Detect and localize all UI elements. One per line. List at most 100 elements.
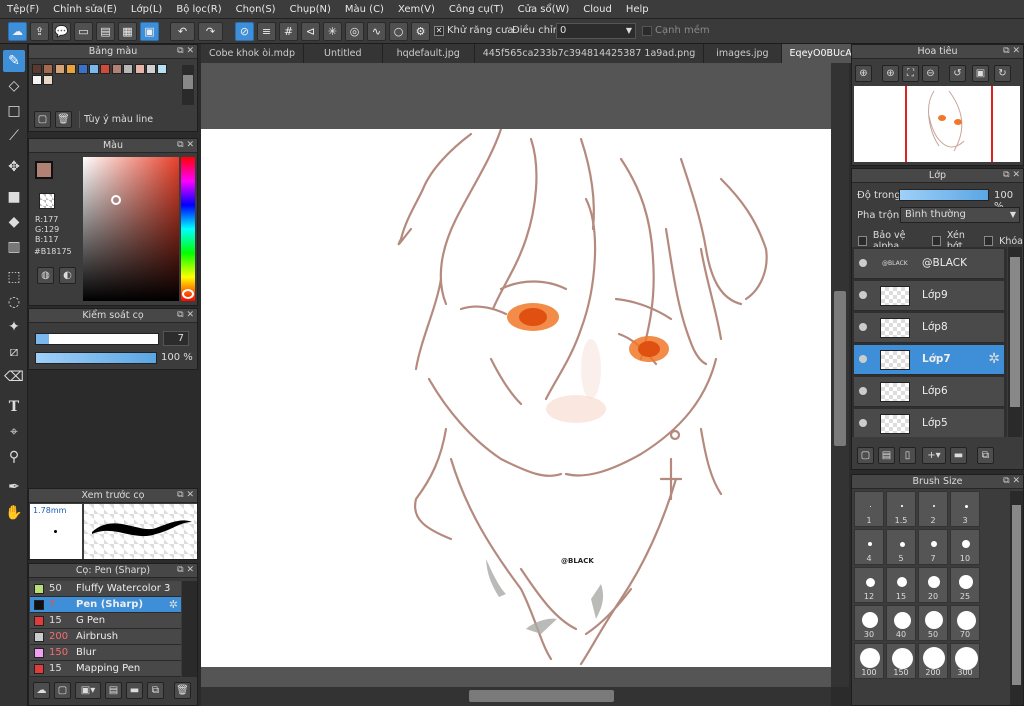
tab-cobe[interactable]: Cobe khok òi.mdp xyxy=(201,44,304,63)
brush-size-cell[interactable]: 3 xyxy=(950,491,980,527)
menu-file[interactable]: Tệp(F) xyxy=(0,4,46,15)
eye-icon[interactable] xyxy=(859,355,867,363)
panel-close-icon[interactable]: ⧉ ✕ xyxy=(1003,169,1020,182)
tab-images[interactable]: images.jpg xyxy=(704,44,782,63)
fill-rect-tool-icon[interactable]: ■ xyxy=(3,186,25,208)
palette-swatch[interactable] xyxy=(77,64,88,74)
snap-circle-icon[interactable]: ◎ xyxy=(345,22,364,41)
brush-size-cell[interactable]: 10 xyxy=(950,529,980,565)
layer-row-8[interactable]: Lớp8 xyxy=(854,313,1004,343)
menu-cloud[interactable]: Cloud xyxy=(576,4,619,15)
eye-icon[interactable] xyxy=(859,259,867,267)
duplicate-icon[interactable]: ⧉ xyxy=(977,447,994,464)
layer-row-black[interactable]: @BLACK @BLACK xyxy=(854,249,1004,279)
brush-size-cell[interactable]: 30 xyxy=(854,605,884,641)
palette-footer-label[interactable]: Tùy ý màu line xyxy=(79,111,189,128)
eye-icon[interactable] xyxy=(859,291,867,299)
palette-swatch[interactable] xyxy=(146,64,156,74)
menu-layer[interactable]: Lớp(L) xyxy=(124,4,169,15)
eye-icon[interactable] xyxy=(859,323,867,331)
brush-doc-icon[interactable]: ▤ xyxy=(105,682,122,699)
rotate-right-icon[interactable]: ↻ xyxy=(994,65,1011,82)
undo-icon[interactable]: ↶ xyxy=(170,22,195,41)
panel-close-icon[interactable]: ⧉ ✕ xyxy=(177,45,194,58)
brush-size-cell[interactable]: 1.5 xyxy=(886,491,916,527)
select-eraser-tool-icon[interactable]: ⌫ xyxy=(3,366,25,388)
comment-icon[interactable]: 💬 xyxy=(52,22,71,41)
panel-close-icon[interactable]: ⧉ ✕ xyxy=(1003,475,1020,488)
snap-curve-icon[interactable]: ∿ xyxy=(367,22,386,41)
palette-swatch[interactable] xyxy=(134,64,145,74)
canvas-vertical-scrollbar[interactable] xyxy=(831,63,849,687)
folder-icon[interactable]: ▬ xyxy=(950,447,967,464)
brush-size-cell[interactable]: 7 xyxy=(918,529,948,565)
menu-capture[interactable]: Chụp(N) xyxy=(283,4,338,15)
brush-size-cell[interactable]: 300 xyxy=(950,643,980,679)
brush-item[interactable]: 15 G Pen xyxy=(30,613,181,629)
brush-size-cell[interactable]: 4 xyxy=(854,529,884,565)
snap-off-icon[interactable]: ⊘ xyxy=(235,22,254,41)
navigator-thumbnail[interactable] xyxy=(854,86,1020,162)
menu-color[interactable]: Màu (C) xyxy=(338,4,391,15)
palette-swatch[interactable] xyxy=(43,64,54,74)
new-layer-doc-icon[interactable]: ▤ xyxy=(878,447,895,464)
palette-swatch[interactable] xyxy=(111,64,122,74)
smooth-checkbox-icon[interactable] xyxy=(642,25,652,36)
gear-icon[interactable]: ✲ xyxy=(169,597,178,613)
palette-swatch[interactable] xyxy=(43,75,54,85)
snap-settings-icon[interactable]: ⚙ xyxy=(411,22,430,41)
text-tool-icon[interactable]: T xyxy=(3,396,25,418)
brush-item[interactable]: 150 Blur xyxy=(30,645,181,661)
menu-edit[interactable]: Chỉnh sửa(E) xyxy=(46,4,124,15)
menu-help[interactable]: Help xyxy=(619,4,656,15)
select-pen-tool-icon[interactable]: ⧄ xyxy=(3,341,25,363)
snap-perspective-icon[interactable]: ⊲ xyxy=(301,22,320,41)
eye-icon[interactable] xyxy=(859,419,867,427)
brush-size-cell[interactable]: 20 xyxy=(918,567,948,603)
layer-row-5[interactable]: Lớp5 xyxy=(854,409,1004,437)
dropper-tool-icon[interactable]: ⚲ xyxy=(3,446,25,468)
eraser-tool-icon[interactable]: ◇ xyxy=(3,75,25,97)
layer-list-scrollbar[interactable] xyxy=(1008,247,1022,437)
duplicate-icon[interactable]: ⧉ xyxy=(147,682,164,699)
brush-item[interactable]: 200 Airbrush xyxy=(30,629,181,645)
clipping-checkbox[interactable] xyxy=(932,236,941,246)
new-layer-icon[interactable]: ▢ xyxy=(857,447,874,464)
palette-swatch[interactable] xyxy=(32,75,42,85)
marquee-tool-icon[interactable]: ⬚ xyxy=(3,266,25,288)
canvas-horizontal-scrollbar[interactable] xyxy=(201,687,831,706)
blend-mode-select[interactable]: Bình thường ▼ xyxy=(900,207,1020,223)
snap-ellipse-icon[interactable]: ○ xyxy=(389,22,408,41)
menu-window[interactable]: Cửa sổ(W) xyxy=(511,4,577,15)
snap-grid-icon[interactable]: # xyxy=(279,22,298,41)
menu-tools[interactable]: Công cụ(T) xyxy=(442,4,511,15)
antialias-toggle[interactable]: ✕ Khử răng cưa xyxy=(434,25,513,36)
color-picker-icon[interactable]: ◐ xyxy=(59,267,76,284)
saturation-value-picker[interactable] xyxy=(83,157,179,301)
pen-tool-icon[interactable]: ✒ xyxy=(3,476,25,498)
brush-size-cell[interactable]: 12 xyxy=(854,567,884,603)
palette-swatch[interactable] xyxy=(89,64,99,74)
new-brush-icon[interactable]: ▢ xyxy=(54,682,71,699)
layer-row-9[interactable]: Lớp9 xyxy=(854,281,1004,311)
bucket-tool-icon[interactable]: ◆ xyxy=(3,211,25,233)
brush-opacity-slider[interactable] xyxy=(35,352,157,364)
brush-size-slider[interactable] xyxy=(35,333,159,345)
reset-view-icon[interactable]: ▣ xyxy=(972,65,989,82)
brush-size-input[interactable]: 7 xyxy=(163,331,189,346)
gear-icon[interactable]: ✲ xyxy=(988,351,1000,367)
new-page-icon[interactable]: ▯ xyxy=(899,447,916,464)
zoom-in-icon[interactable]: ⊕ xyxy=(855,65,872,82)
cloud-brush-icon[interactable]: ☁ xyxy=(33,682,50,699)
brush-size-cell[interactable]: 70 xyxy=(950,605,980,641)
gradient-tool-icon[interactable]: ▥ xyxy=(3,236,25,258)
add-layer-menu-icon[interactable]: +▾ xyxy=(922,447,946,464)
zoom-in-step-icon[interactable]: ⊕ xyxy=(882,65,899,82)
palette-swatch[interactable] xyxy=(157,64,168,74)
brush-size-cell[interactable]: 50 xyxy=(918,605,948,641)
brush-item-selected[interactable]: 7 Pen (Sharp) ✲ xyxy=(30,597,181,613)
protect-alpha-checkbox[interactable] xyxy=(858,236,867,246)
grid-layout-icon[interactable]: ▣ xyxy=(140,22,159,41)
layer-row-6[interactable]: Lớp6 xyxy=(854,377,1004,407)
foreground-color-swatch[interactable] xyxy=(35,161,53,179)
